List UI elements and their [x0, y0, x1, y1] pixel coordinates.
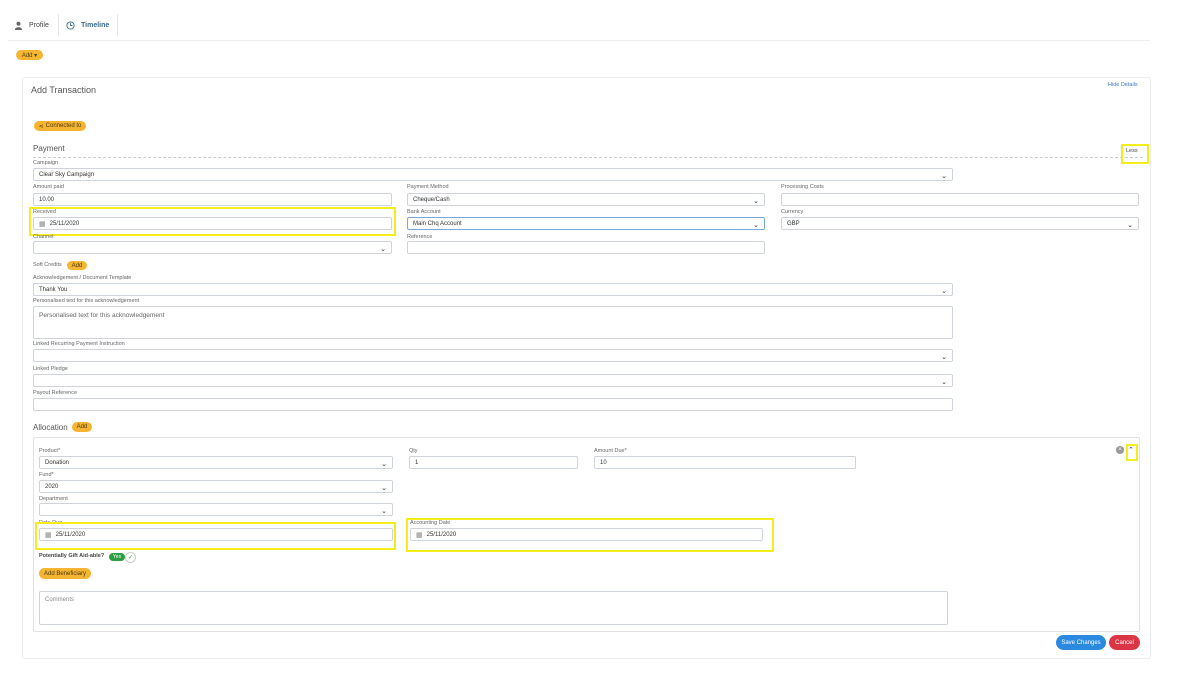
- product-label: Product*: [39, 448, 61, 454]
- payment-method-select[interactable]: Cheque/Cash ⌄: [407, 193, 765, 206]
- chevron-down-icon: ⌄: [941, 354, 947, 361]
- acknowledgement-value: Thank You: [39, 286, 68, 293]
- tab-divider: [58, 14, 59, 36]
- tab-profile[interactable]: Profile: [14, 12, 49, 38]
- recurring-payment-select[interactable]: ⌄: [33, 349, 953, 362]
- payout-reference-input[interactable]: [33, 398, 953, 411]
- connected-to-button[interactable]: ⋖ Connected to: [34, 121, 86, 131]
- recurring-payment-label: Linked Recurring Payment Instruction: [33, 341, 125, 347]
- payment-divider: [33, 157, 1143, 158]
- linked-pledge-label: Linked Pledge: [33, 366, 68, 372]
- reference-label: Reference: [407, 234, 433, 238]
- channel-select[interactable]: ⌄: [33, 241, 392, 254]
- amount-due-label: Amount Due*: [594, 448, 627, 454]
- campaign-label: Campaign: [33, 160, 59, 166]
- fund-select[interactable]: 2020 ⌄: [39, 480, 393, 493]
- product-value: Donation: [45, 459, 70, 466]
- chevron-down-icon: ⌄: [941, 288, 947, 295]
- department-label: Department: [39, 496, 68, 502]
- personalised-text-area[interactable]: Personalised text for this acknowledgeme…: [33, 306, 953, 339]
- hide-details-link[interactable]: Hide Details: [1108, 82, 1138, 88]
- payment-section-title: Payment: [33, 144, 65, 153]
- product-select[interactable]: Donation ⌄: [39, 456, 393, 469]
- payment-method-label: Payment Method: [407, 184, 449, 190]
- fund-label: Fund*: [39, 472, 54, 478]
- currency-select[interactable]: GBP ⌄: [781, 217, 1139, 230]
- qty-value: 1: [415, 459, 419, 466]
- connected-to-label: Connected to: [45, 123, 82, 129]
- highlight-box: [29, 207, 396, 236]
- highlight-box: [406, 518, 774, 552]
- save-changes-button[interactable]: Save Changes: [1056, 635, 1106, 650]
- allocation-add-button[interactable]: Add: [72, 422, 92, 432]
- check-icon: ✓: [125, 552, 136, 563]
- chevron-down-icon: ⌄: [753, 198, 759, 205]
- linked-pledge-select[interactable]: ⌄: [33, 374, 953, 387]
- chevron-down-icon: ⌄: [941, 379, 947, 386]
- highlight-box: [1121, 144, 1149, 164]
- highlight-box: [35, 522, 396, 550]
- bank-account-label: Bank Account: [407, 209, 441, 215]
- add-dropdown-button[interactable]: Add ▾: [16, 50, 43, 60]
- personalised-text-label: Personalised text for this acknowledgeme…: [33, 298, 140, 304]
- processing-costs-input[interactable]: [781, 193, 1139, 206]
- qty-label: Qty: [409, 448, 418, 454]
- amount-due-value: 10: [600, 459, 607, 466]
- tab-profile-label: Profile: [29, 21, 49, 29]
- amount-paid-input[interactable]: 10.00: [33, 193, 392, 206]
- campaign-select[interactable]: Clear Sky Campaign ⌄: [33, 168, 953, 181]
- bank-account-select[interactable]: Main Chq Account ⌄: [407, 217, 765, 230]
- user-icon: [14, 21, 23, 30]
- reference-input[interactable]: [407, 241, 765, 254]
- personalised-text-placeholder: Personalised text for this acknowledgeme…: [39, 312, 165, 319]
- payout-reference-label: Payout Reference: [33, 390, 78, 396]
- amount-paid-value: 10.00: [39, 196, 55, 203]
- tab-timeline[interactable]: Timeline: [66, 12, 109, 38]
- allocation-section-title: Allocation: [33, 423, 68, 432]
- gift-aid-label: Potentially Gift Aid-able?: [39, 553, 105, 559]
- gift-aid-toggle[interactable]: Yes: [109, 553, 125, 561]
- tab-divider: [117, 14, 118, 36]
- comments-placeholder: Comments: [45, 597, 75, 603]
- remove-allocation-icon[interactable]: ×: [1116, 446, 1124, 454]
- chevron-down-icon: ⌄: [381, 508, 387, 515]
- channel-label: Channel: [33, 234, 54, 238]
- soft-credits-label: Soft Credits: [33, 262, 62, 268]
- chevron-down-icon: ⌄: [753, 222, 759, 229]
- currency-value: GBP: [787, 220, 800, 227]
- chevron-down-icon: ⌄: [1127, 222, 1133, 229]
- clock-icon: [66, 20, 75, 30]
- acknowledgement-label: Acknowledgement / Document Template: [33, 275, 132, 281]
- acknowledgement-select[interactable]: Thank You ⌄: [33, 283, 953, 296]
- tab-timeline-label: Timeline: [81, 21, 110, 29]
- chevron-down-icon: ⌄: [941, 173, 947, 180]
- add-beneficiary-button[interactable]: Add Beneficiary: [39, 568, 91, 579]
- chevron-down-icon: ⌄: [380, 246, 386, 253]
- highlight-box: [1126, 444, 1138, 461]
- campaign-value: Clear Sky Campaign: [39, 171, 95, 178]
- chevron-down-icon: ⌄: [381, 461, 387, 468]
- comments-textarea[interactable]: Comments: [39, 591, 948, 625]
- share-icon: ⋖: [38, 123, 44, 130]
- payment-method-value: Cheque/Cash: [413, 196, 450, 203]
- amount-paid-label: Amount paid: [33, 184, 64, 190]
- chevron-down-icon: ⌄: [381, 485, 387, 492]
- bank-account-value: Main Chq Account: [413, 220, 462, 227]
- soft-credits-add-button[interactable]: Add: [67, 261, 87, 270]
- amount-due-input[interactable]: 10: [594, 456, 856, 469]
- processing-costs-label: Processing Costs: [781, 184, 824, 190]
- department-select[interactable]: ⌄: [39, 503, 393, 516]
- qty-input[interactable]: 1: [409, 456, 578, 469]
- fund-value: 2020: [45, 483, 59, 490]
- cancel-button[interactable]: Cancel: [1109, 635, 1140, 650]
- top-tab-bar: Profile Timeline: [8, 8, 1150, 41]
- currency-label: Currency: [781, 209, 804, 215]
- panel-title: Add Transaction: [31, 85, 97, 95]
